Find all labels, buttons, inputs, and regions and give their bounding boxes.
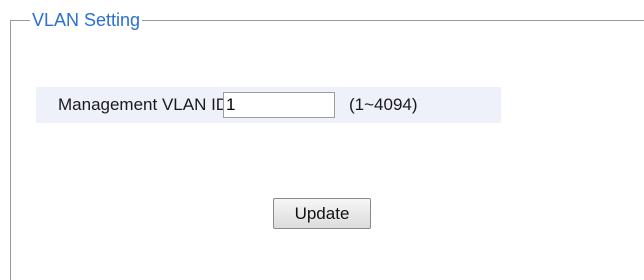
vlan-range-hint: (1~4094) [349,95,418,114]
vlan-setting-fieldset [10,20,644,280]
management-vlan-id-input[interactable] [223,92,335,118]
management-vlan-label: Management VLAN ID [58,95,229,114]
update-button[interactable]: Update [273,198,371,229]
management-vlan-row: Management VLAN ID (1~4094) [36,87,501,123]
vlan-setting-legend: VLAN Setting [30,9,143,31]
